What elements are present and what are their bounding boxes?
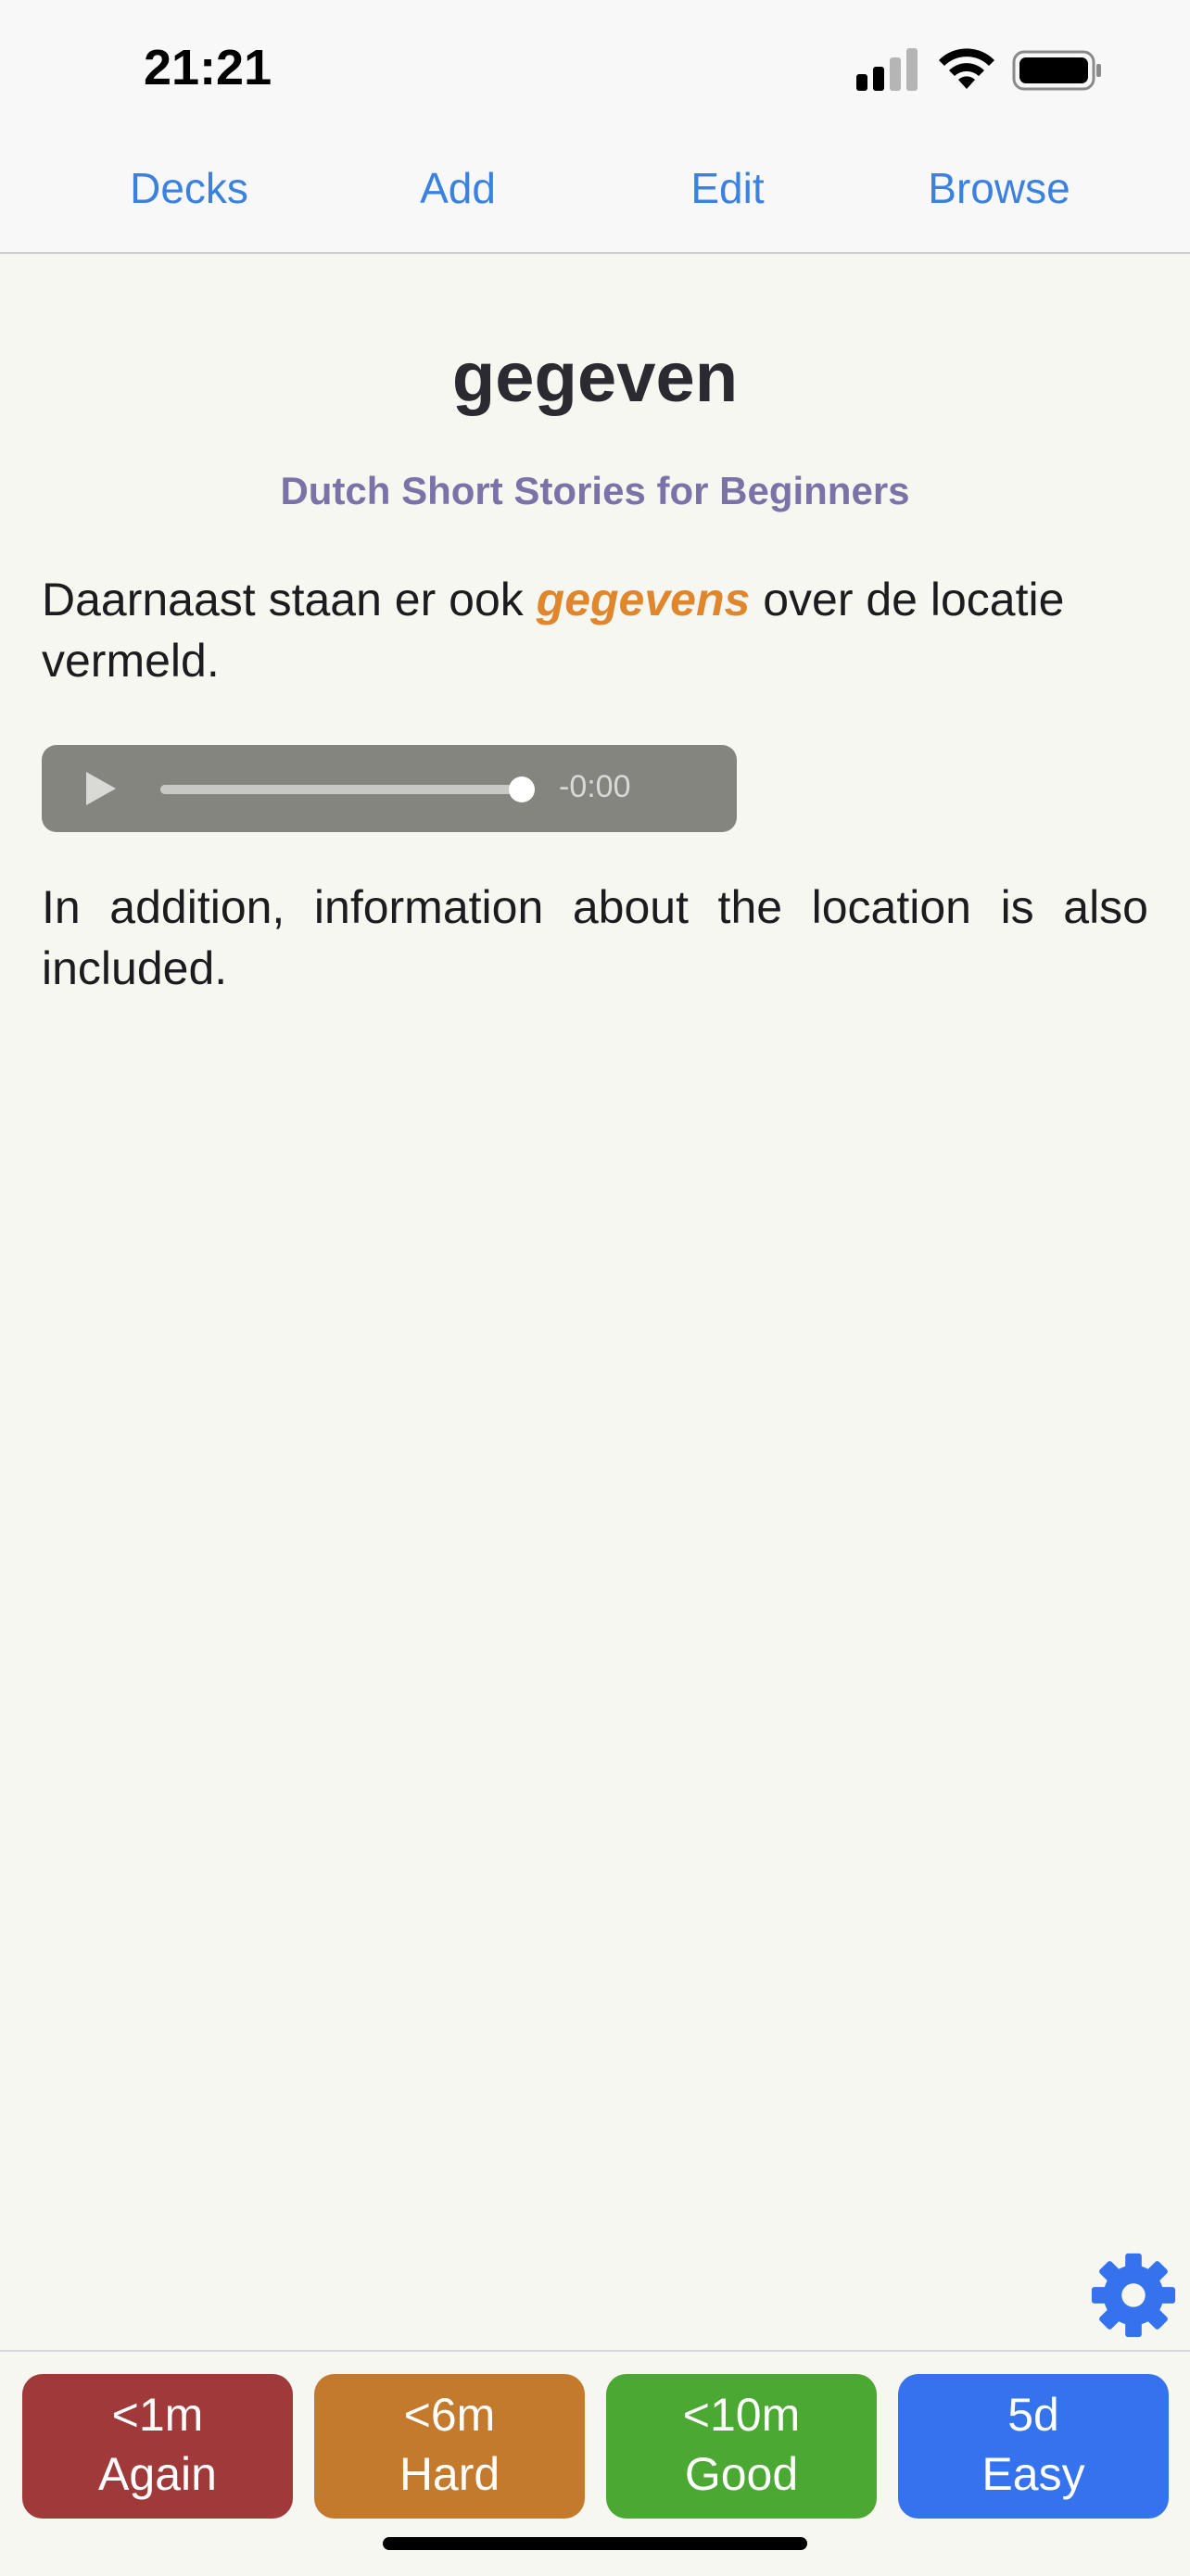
- audio-time-remaining: -0:00: [559, 769, 631, 804]
- flashcard: gegeven Dutch Short Stories for Beginner…: [0, 254, 1190, 2348]
- top-nav-bar: Decks Add Edit Browse: [0, 139, 1190, 254]
- easy-label: Easy: [981, 2448, 1085, 2500]
- good-interval: <10m: [682, 2389, 801, 2441]
- good-label: Good: [684, 2448, 799, 2500]
- battery-icon: [1012, 50, 1101, 91]
- wifi-icon: [939, 48, 994, 89]
- audio-player: -0:00: [42, 745, 737, 832]
- nav-edit-button[interactable]: Edit: [607, 163, 848, 213]
- status-time: 21:21: [144, 40, 272, 95]
- audio-progress-thumb[interactable]: [509, 777, 535, 802]
- good-button[interactable]: <10m Good: [606, 2374, 877, 2519]
- signal-icon: [856, 48, 918, 91]
- nav-browse-button[interactable]: Browse: [879, 163, 1120, 213]
- easy-interval: 5d: [1007, 2389, 1059, 2441]
- again-label: Again: [98, 2448, 217, 2500]
- home-indicator: [383, 2537, 807, 2550]
- again-button[interactable]: <1m Again: [22, 2374, 293, 2519]
- hard-button[interactable]: <6m Hard: [314, 2374, 585, 2519]
- card-word: gegeven: [451, 338, 739, 417]
- hard-label: Hard: [399, 2448, 500, 2500]
- nav-decks-button[interactable]: Decks: [69, 163, 310, 213]
- nav-add-button[interactable]: Add: [337, 163, 578, 213]
- play-icon[interactable]: [84, 770, 118, 807]
- hard-interval: <6m: [403, 2389, 496, 2441]
- audio-progress-track[interactable]: [160, 777, 535, 802]
- sentence-before: Daarnaast staan er ook: [42, 574, 537, 625]
- example-sentence: Daarnaast staan er ook gegevens over de …: [42, 569, 1148, 691]
- sentence-highlight-word: gegevens: [536, 574, 751, 625]
- audio-progress-fill: [160, 785, 522, 794]
- gear-icon[interactable]: [1088, 2250, 1179, 2341]
- translation-text: In addition, information about the locat…: [42, 881, 1148, 994]
- again-interval: <1m: [111, 2389, 204, 2441]
- easy-button[interactable]: 5d Easy: [898, 2374, 1169, 2519]
- deck-name: Dutch Short Stories for Beginners: [280, 469, 910, 512]
- status-bar: 21:21: [0, 0, 1190, 139]
